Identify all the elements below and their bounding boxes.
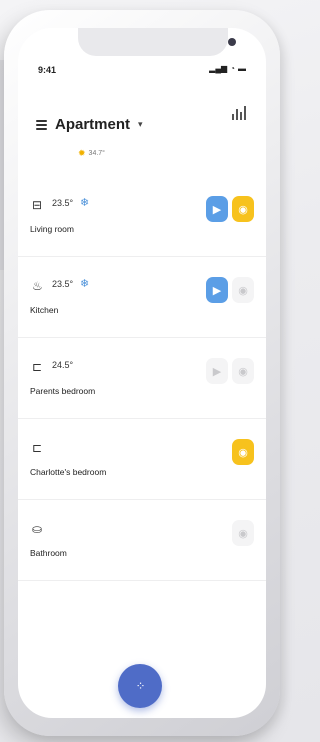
room-name: Charlotte's bedroom: [30, 467, 107, 477]
room-card-bathroom[interactable]: ⛀ Bathroom ◉: [18, 500, 266, 581]
room-name: Bathroom: [30, 548, 67, 558]
phone-frame: 9:41 ▂▄▆ ◔ ▬ Apartment ▾ ✹ 34.7° ⊟ 23.5°…: [4, 10, 280, 736]
light-bulb-button[interactable]: ◉: [232, 439, 254, 465]
room-name: Living room: [30, 224, 74, 234]
add-device-button[interactable]: ⁘: [118, 664, 162, 708]
media-play-button[interactable]: ▶: [206, 277, 228, 303]
light-bulb-button[interactable]: ◉: [232, 520, 254, 546]
grid-dots-icon: ⁘: [135, 679, 145, 693]
room-card-charlottes-bedroom[interactable]: ⊏ Charlotte's bedroom ◉: [18, 419, 266, 500]
room-temperature: 24.5°: [52, 360, 74, 370]
sun-icon: ✹: [78, 148, 86, 158]
notch: [78, 28, 236, 56]
room-card-living-room[interactable]: ⊟ 23.5° ❄ Living room ▶ ◉: [18, 176, 266, 257]
signal-icon: ▂▄▆: [209, 64, 228, 73]
room-temperature: 23.5°: [52, 279, 74, 289]
cooking-pot-icon: ♨: [32, 279, 43, 293]
room-card-kitchen[interactable]: ♨ 23.5° ❄ Kitchen ▶ ◉: [18, 257, 266, 338]
bar-chart-icon[interactable]: [232, 106, 246, 120]
page-header: Apartment ▾: [36, 116, 143, 133]
light-bulb-button[interactable]: ◉: [232, 277, 254, 303]
light-bulb-button[interactable]: ◉: [232, 196, 254, 222]
snowflake-icon: ❄: [80, 278, 90, 290]
room-temperature: 23.5°: [52, 198, 74, 208]
status-time: 9:41: [38, 65, 57, 75]
weather-temperature: 34.7°: [88, 150, 105, 157]
status-icons: ▂▄▆ ◔ ▬: [209, 64, 246, 74]
hamburger-icon[interactable]: [36, 119, 47, 130]
light-bulb-button[interactable]: ◉: [232, 358, 254, 384]
snowflake-icon: ❄: [80, 197, 90, 209]
wifi-icon: ◔: [230, 64, 235, 73]
room-name: Parents bedroom: [30, 386, 96, 396]
media-play-button[interactable]: ▶: [206, 358, 228, 384]
chevron-down-icon[interactable]: ▾: [138, 119, 143, 130]
weather-badge: ✹ 34.7°: [78, 148, 105, 159]
room-list: ⊟ 23.5° ❄ Living room ▶ ◉ ♨ 23.5° ❄ Kitc…: [18, 176, 266, 581]
page-title[interactable]: Apartment: [55, 116, 130, 133]
camera-icon: [228, 38, 236, 46]
room-name: Kitchen: [30, 305, 59, 315]
bed-icon: ⊏: [32, 441, 43, 455]
battery-icon: ▬: [238, 64, 246, 73]
sofa-icon: ⊟: [32, 198, 43, 212]
app-screen: 9:41 ▂▄▆ ◔ ▬ Apartment ▾ ✹ 34.7° ⊟ 23.5°…: [18, 28, 266, 718]
media-play-button[interactable]: ▶: [206, 196, 228, 222]
bed-icon: ⊏: [32, 360, 43, 374]
room-card-parents-bedroom[interactable]: ⊏ 24.5° Parents bedroom ▶ ◉: [18, 338, 266, 419]
bathtub-icon: ⛀: [32, 522, 43, 536]
